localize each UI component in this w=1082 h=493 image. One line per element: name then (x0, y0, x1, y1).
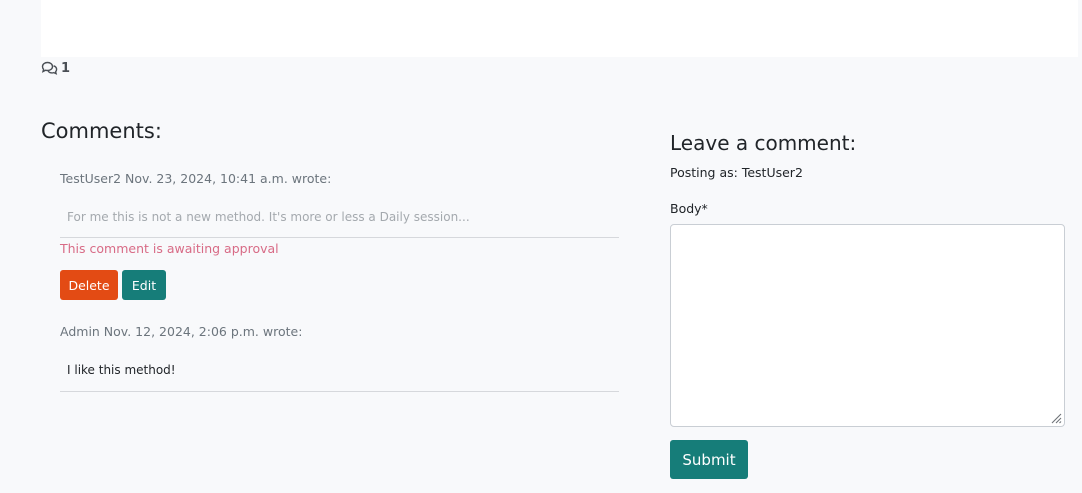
comment-divider (60, 391, 619, 392)
comment-author-line: TestUser2 Nov. 23, 2024, 10:41 a.m. wrot… (60, 171, 332, 186)
comment-item: TestUser2 Nov. 23, 2024, 10:41 a.m. wrot… (60, 171, 619, 300)
comments-icon (41, 61, 58, 75)
comment-body: I like this method! (67, 363, 176, 377)
form-title: Leave a comment: (670, 131, 857, 155)
comment-divider (60, 237, 619, 238)
comment-author-line: Admin Nov. 12, 2024, 2:06 p.m. wrote: (60, 324, 303, 339)
comment-actions: Delete Edit (60, 270, 619, 300)
comment-body: For me this is not a new method. It's mo… (67, 210, 470, 224)
resize-grip-icon[interactable] (1050, 412, 1062, 424)
comment-form: Leave a comment: Posting as: TestUser2 Bo… (670, 130, 1065, 479)
posting-as: Posting as: TestUser2 (670, 165, 803, 180)
comment-count: 1 (41, 60, 70, 76)
comments-section: Comments: TestUser2 Nov. 23, 2024, 10:41… (41, 118, 619, 392)
delete-button[interactable]: Delete (60, 270, 118, 300)
post-card-bottom (41, 0, 1078, 57)
comment-count-value: 1 (61, 60, 71, 76)
comment-item: Admin Nov. 12, 2024, 2:06 p.m. wrote: I … (60, 324, 619, 392)
comment-status: This comment is awaiting approval (60, 241, 279, 256)
body-textarea[interactable] (670, 224, 1065, 427)
body-field-label: Body* (670, 201, 708, 216)
submit-button[interactable]: Submit (670, 440, 748, 479)
posting-as-user: TestUser2 (741, 165, 803, 180)
comments-title: Comments: (41, 119, 162, 143)
edit-button[interactable]: Edit (122, 270, 166, 300)
posting-as-label: Posting as: (670, 165, 738, 180)
